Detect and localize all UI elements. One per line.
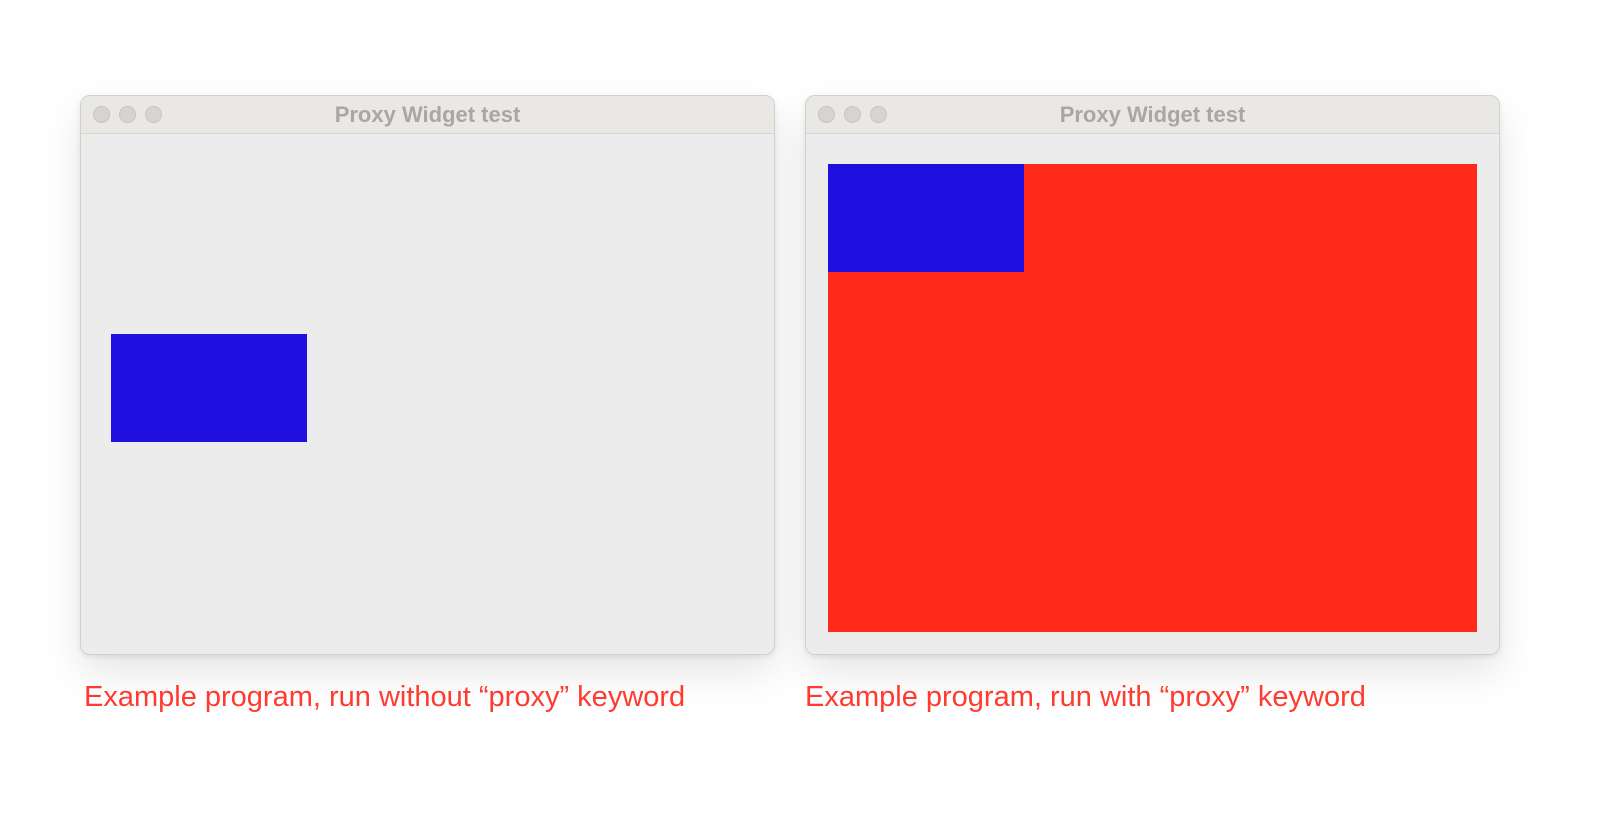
- blue-widget-right: [828, 164, 1024, 272]
- app-window-right: Proxy Widget test: [805, 95, 1500, 655]
- window-content-left: [81, 134, 774, 654]
- panel-without-proxy: Proxy Widget test Example program, run w…: [80, 95, 775, 714]
- fullscreen-icon[interactable]: [870, 106, 887, 123]
- close-icon[interactable]: [818, 106, 835, 123]
- titlebar-left: Proxy Widget test: [81, 96, 774, 134]
- traffic-lights-left: [93, 106, 162, 123]
- comparison-panels: Proxy Widget test Example program, run w…: [0, 0, 1602, 714]
- minimize-icon[interactable]: [119, 106, 136, 123]
- panel-with-proxy: Proxy Widget test Example program, run w…: [805, 95, 1500, 714]
- titlebar-right: Proxy Widget test: [806, 96, 1499, 134]
- close-icon[interactable]: [93, 106, 110, 123]
- caption-right: Example program, run with “proxy” keywor…: [805, 681, 1366, 714]
- traffic-lights-right: [818, 106, 887, 123]
- minimize-icon[interactable]: [844, 106, 861, 123]
- window-title-right: Proxy Widget test: [806, 102, 1499, 128]
- window-content-right: [806, 134, 1499, 654]
- app-window-left: Proxy Widget test: [80, 95, 775, 655]
- blue-widget-left: [111, 334, 307, 442]
- fullscreen-icon[interactable]: [145, 106, 162, 123]
- caption-left: Example program, run without “proxy” key…: [80, 681, 685, 714]
- window-title-left: Proxy Widget test: [81, 102, 774, 128]
